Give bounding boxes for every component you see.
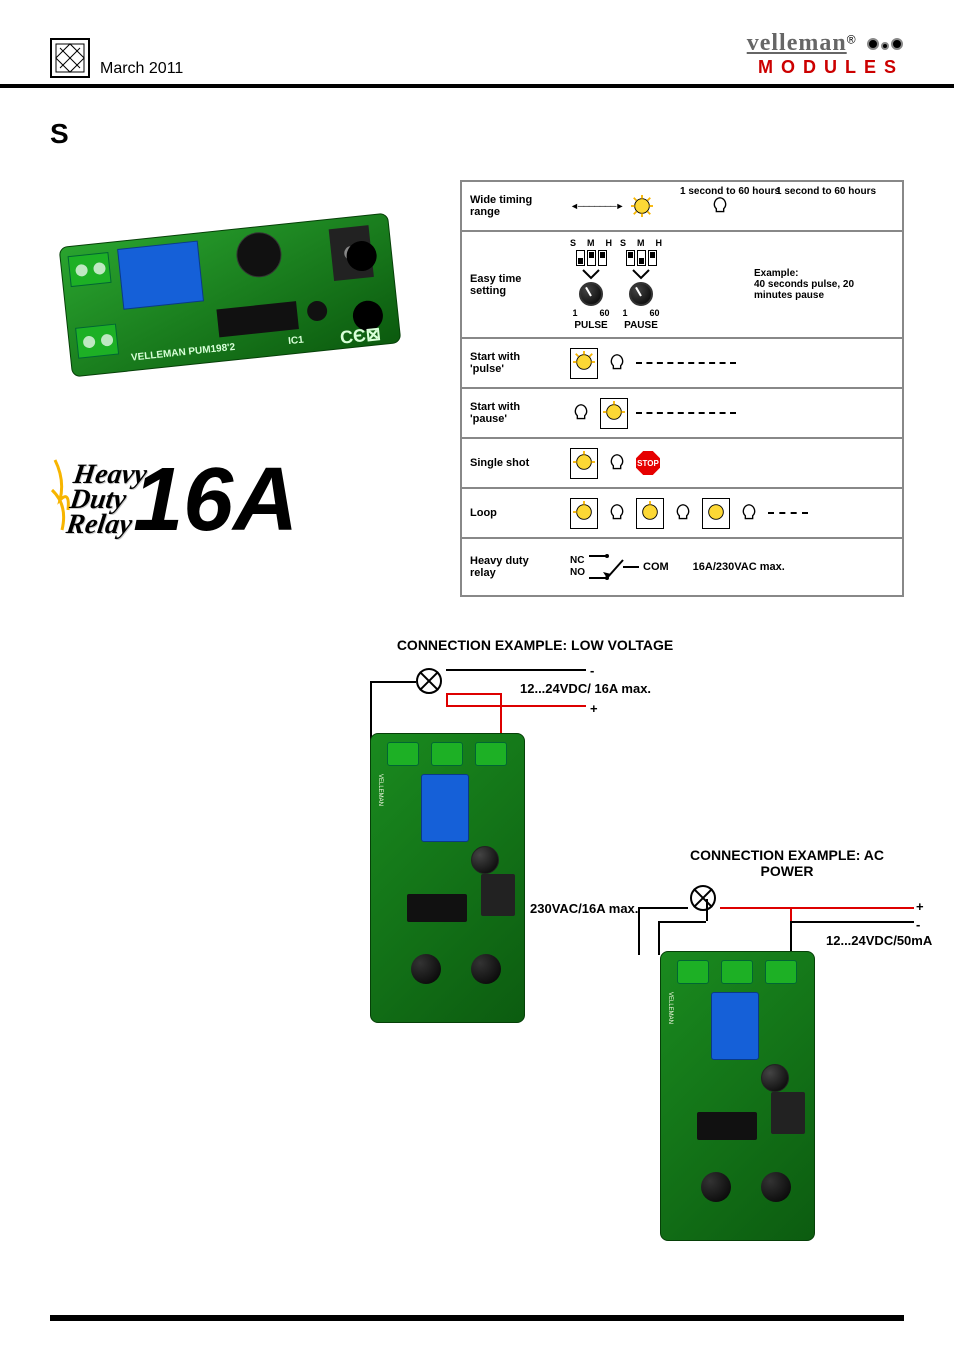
- timing-range-text-2: 1 second to 60 hours: [776, 186, 876, 197]
- feature-diag-easy-time: SMH 160 PULSE SMH 160 PAUSE: [562, 232, 902, 337]
- knob-min-2: 1: [623, 308, 628, 318]
- svg-text:CЄ⊠: CЄ⊠: [339, 324, 382, 348]
- feature-table: Wide timing range ◄───────► 1 second to …: [460, 180, 904, 597]
- heavy-duty-text: Heavy Duty Relay: [65, 462, 149, 538]
- stop-sign-icon: STOP: [636, 451, 660, 475]
- feature-diag-start-pulse: [562, 339, 902, 387]
- bulb-off-icon: [672, 502, 694, 524]
- logo-text-bottom: MODULES: [747, 57, 904, 78]
- bulb-on-icon: [573, 501, 595, 523]
- logo-dots-icon: [866, 37, 904, 55]
- pcb-ac-icon: VELLEMAN: [660, 951, 815, 1241]
- feature-diag-loop: [562, 489, 902, 537]
- feature-label-start-pause: Start with 'pause': [462, 389, 562, 437]
- knob-min-1: 1: [572, 308, 577, 318]
- feature-label-easy-time: Easy time setting: [462, 232, 562, 337]
- bulb-off-icon: [570, 402, 592, 424]
- pulse-label: PULSE: [574, 320, 607, 331]
- arrow-down-icon: [581, 268, 601, 280]
- ac-rating: 230VAC/16A max.: [530, 901, 638, 916]
- lamp-symbol-icon: [416, 668, 442, 699]
- ac-plus: +: [916, 899, 924, 914]
- pause-label: PAUSE: [624, 320, 658, 331]
- svg-text:IC1: IC1: [288, 335, 305, 348]
- relay-rating: 16A/230VAC max.: [693, 561, 785, 573]
- bulb-off-icon: [709, 195, 731, 217]
- ac-supply: 12...24VDC/50mA: [826, 933, 932, 948]
- knob-max-1: 60: [600, 308, 610, 318]
- header-left: March 2011: [50, 38, 183, 78]
- feature-diag-start-pause: [562, 389, 902, 437]
- arrow-down-icon: [631, 268, 651, 280]
- relay-no: NO: [570, 567, 585, 579]
- dip-switch-pause-icon: [626, 250, 657, 266]
- feature-label-single-shot: Single shot: [462, 439, 562, 487]
- page-content: S: [0, 88, 954, 1277]
- continuation-dash-icon: [636, 362, 736, 364]
- logo-text-top: velleman: [747, 30, 847, 56]
- lv-plus: +: [590, 701, 598, 716]
- feature-label-relay: Heavy duty relay: [462, 539, 562, 595]
- timing-range-arrow-1: ◄───────►: [570, 201, 623, 211]
- logo-reg: ®: [847, 33, 856, 47]
- heading-letter: S: [50, 118, 904, 150]
- pulse-knob-icon: [579, 282, 603, 306]
- relay-contact-icon: [589, 550, 639, 584]
- timing-range-text-1: 1 second to 60 hours: [680, 186, 780, 197]
- page-header: March 2011 velleman® MODULES: [0, 0, 954, 88]
- example-text: Example: 40 seconds pulse, 20 minutes pa…: [754, 268, 894, 301]
- heavy-duty-badge: Heavy Duty Relay 16A: [50, 450, 430, 550]
- brand-stamp-icon: [50, 38, 90, 78]
- feature-label-timing-range: Wide timing range: [462, 182, 562, 230]
- knob-max-2: 60: [650, 308, 660, 318]
- feature-diag-single-shot: STOP: [562, 439, 902, 487]
- bulb-on-icon: [631, 195, 653, 217]
- bulb-on-icon: [639, 501, 661, 523]
- feature-diag-timing-range: ◄───────► 1 second to 60 hours 1 second …: [562, 182, 902, 230]
- lv-title: CONNECTION EXAMPLE: LOW VOLTAGE: [360, 637, 710, 653]
- continuation-dash-icon: [768, 512, 808, 514]
- bulb-off-icon: [606, 502, 628, 524]
- bulb-on-icon: [573, 351, 595, 373]
- continuation-dash-icon: [636, 412, 736, 414]
- lv-minus: -: [590, 663, 594, 678]
- feature-label-loop: Loop: [462, 489, 562, 537]
- bulb-on-icon: [603, 401, 625, 423]
- bulb-off-icon: [606, 452, 628, 474]
- pcb-lv-icon: VELLEMAN: [370, 733, 525, 1023]
- bulb-on-icon: [705, 501, 727, 523]
- issue-date: March 2011: [100, 60, 183, 78]
- ac-title: CONNECTION EXAMPLE: AC POWER: [670, 847, 904, 879]
- relay-com: COM: [643, 561, 669, 573]
- dip-switch-pulse-icon: [576, 250, 607, 266]
- bulb-on-icon: [573, 451, 595, 473]
- feature-label-start-pulse: Start with 'pulse': [462, 339, 562, 387]
- ac-minus: -: [916, 917, 920, 932]
- relay-nc: NC: [570, 555, 585, 567]
- pcb-image-icon: VELLEMAN PUM198'2 IC1 CЄ⊠: [36, 181, 424, 409]
- lamp-symbol-icon: [690, 885, 716, 916]
- pause-knob-icon: [629, 282, 653, 306]
- footer-rule: [50, 1315, 904, 1321]
- bulb-off-icon: [606, 352, 628, 374]
- product-photo: VELLEMAN PUM198'2 IC1 CЄ⊠: [50, 180, 410, 410]
- feature-diag-relay: NC NO COM 16A/230V: [562, 539, 902, 595]
- lv-rating: 12...24VDC/ 16A max.: [520, 681, 651, 696]
- brand-logo: velleman® MODULES: [747, 30, 904, 78]
- bulb-off-icon: [738, 502, 760, 524]
- connection-section: CONNECTION EXAMPLE: LOW VOLTAGE - 12...2…: [50, 637, 904, 1257]
- heavy-duty-current: 16A: [133, 455, 298, 545]
